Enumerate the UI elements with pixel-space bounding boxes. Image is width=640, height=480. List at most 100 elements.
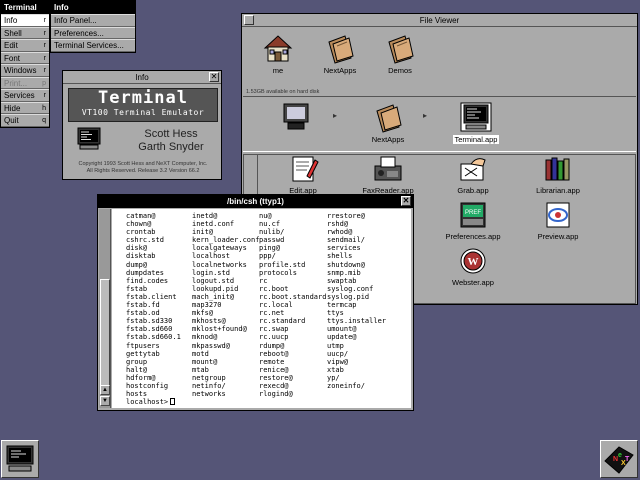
terminal-line: networks: [192, 390, 226, 399]
menu-item-font[interactable]: Font r: [1, 51, 49, 64]
terminal-titlebar[interactable]: /bin/csh (ttyp1) ✕: [98, 195, 413, 208]
path-separator-icon: ▸: [333, 111, 338, 120]
scroll-knob[interactable]: [100, 279, 110, 389]
menu-item-shell[interactable]: Shell r: [1, 26, 49, 39]
terminal-line: nulib/: [259, 228, 285, 237]
close-icon[interactable]: ✕: [209, 72, 219, 82]
svg-text:PREF: PREF: [465, 210, 481, 216]
terminal-line: mkfs@: [192, 309, 214, 318]
terminal-line: rc.uucp: [259, 333, 289, 342]
terminal-line: uucp/: [327, 349, 349, 358]
terminal-line: rrestore@: [327, 212, 365, 220]
terminal-title: /bin/csh (ttyp1): [227, 197, 284, 206]
terminal-line: gettytab: [126, 349, 160, 358]
shortcut-key: p: [42, 79, 46, 87]
terminal-line: netgroup: [192, 373, 226, 382]
info-submenu-title[interactable]: Info: [51, 1, 135, 14]
submenu-arrow-icon: r: [43, 92, 46, 99]
path-item-nextapps[interactable]: NextApps: [353, 101, 423, 144]
main-menu-title[interactable]: Terminal: [1, 1, 49, 14]
terminal-line: swaptab: [327, 276, 357, 285]
terminal-line: profile.std: [259, 260, 306, 269]
terminal-icon: [460, 102, 492, 132]
app-librarian[interactable]: Librarian.app: [523, 154, 593, 195]
terminal-line: fstab.sd330: [126, 317, 173, 326]
shelf-item-me[interactable]: me: [243, 32, 313, 75]
terminal-line: rc.boot.standard: [259, 292, 327, 301]
menu-item-preferences[interactable]: Preferences...: [51, 26, 135, 39]
svg-text:W: W: [468, 256, 479, 268]
terminal-line: dump@: [126, 260, 148, 269]
terminal-line: disk@: [126, 244, 148, 253]
computer-icon: [283, 103, 309, 130]
terminal-line: ttys: [327, 309, 344, 318]
terminal-line: ppp/: [259, 252, 276, 261]
scroll-down-icon[interactable]: ▼: [100, 396, 110, 406]
terminal-line: rc.standard: [259, 317, 306, 326]
app-webster[interactable]: W Webster.app: [438, 246, 508, 287]
terminal-line: rdump@: [259, 341, 285, 350]
terminal-line: hdform@: [126, 373, 156, 382]
miniaturize-icon[interactable]: [244, 15, 254, 25]
terminal-output[interactable]: catman@ chown@ crontab cshrc.std disk@ diskta…: [112, 209, 411, 408]
close-icon[interactable]: ✕: [401, 196, 411, 206]
terminal-line: inetd@: [192, 212, 218, 220]
terminal-line: renice@: [259, 365, 289, 374]
terminal-line: find.codes: [126, 276, 169, 285]
path-root-computer[interactable]: [261, 101, 331, 135]
app-faxreader[interactable]: FaxReader.app: [353, 154, 423, 195]
dock-terminal-tile[interactable]: [1, 440, 39, 478]
text-cursor: [170, 398, 176, 405]
folder-icon: [328, 35, 354, 64]
logo-subtitle: VT100 Terminal Emulator: [81, 108, 205, 117]
next-logo-icon: N e X T: [604, 446, 634, 474]
terminal-line: crontab: [126, 228, 156, 237]
info-panel-window: Info ✕ Terminal VT100 Terminal Emulator …: [62, 70, 222, 180]
path-item-terminal-app[interactable]: Terminal.app: [441, 101, 511, 144]
shortcut-key: h: [42, 104, 46, 112]
terminal-line: shells: [327, 252, 353, 261]
terminal-line: termcap: [327, 301, 357, 310]
author-name: Scott Hess: [144, 128, 198, 140]
terminal-line: sendmail/: [327, 236, 365, 245]
terminal-line: fstab.od: [126, 309, 160, 318]
terminal-line: rwhod@: [327, 228, 353, 237]
menu-item-hide[interactable]: Hide h: [1, 101, 49, 114]
terminal-window: /bin/csh (ttyp1) ✕ ▲ ▼ catman@ chown@ cron…: [97, 194, 414, 411]
menu-item-terminal-services[interactable]: Terminal Services...: [51, 39, 135, 52]
preview-icon: [546, 202, 570, 228]
terminal-line: restore@: [259, 373, 293, 382]
file-viewer-title: File Viewer: [419, 16, 460, 25]
preferences-icon: PREF: [460, 202, 486, 228]
terminal-line: nu@: [259, 212, 272, 220]
menu-item-print[interactable]: Print... p: [1, 76, 49, 89]
menu-item-services[interactable]: Services r: [1, 89, 49, 102]
terminal-line: hosts: [126, 390, 148, 399]
menu-item-quit[interactable]: Quit q: [1, 114, 49, 127]
app-grab[interactable]: Grab.app: [438, 154, 508, 195]
terminal-line: syslog.conf: [327, 284, 374, 293]
info-panel-titlebar[interactable]: Info ✕: [63, 71, 221, 84]
menu-item-info[interactable]: Info r: [1, 14, 49, 27]
terminal-line: mklost+found@: [192, 325, 247, 334]
terminal-scrollbar[interactable]: ▲ ▼: [99, 209, 111, 408]
menu-item-edit[interactable]: Edit r: [1, 39, 49, 52]
terminal-column: catman@ chown@ crontab cshrc.std disk@ diskta…: [126, 212, 181, 398]
terminal-line: halt@: [126, 365, 148, 374]
terminal-line: catman@: [126, 212, 156, 220]
app-edit[interactable]: Edit.app: [268, 154, 338, 195]
terminal-line: snmp.mib: [327, 268, 361, 277]
dock-next-logo-tile[interactable]: N e X T: [600, 440, 638, 478]
app-preview[interactable]: Preview.app: [523, 200, 593, 241]
logo-title: Terminal: [98, 88, 188, 108]
folder-icon: [376, 104, 402, 133]
menu-item-info-panel[interactable]: Info Panel...: [51, 14, 135, 27]
shelf-item-demos[interactable]: Demos: [365, 32, 435, 75]
home-icon: [263, 35, 293, 62]
file-viewer-titlebar[interactable]: File Viewer: [242, 14, 637, 27]
terminal-line: rexecd@: [259, 381, 289, 390]
app-preferences[interactable]: PREF Preferences.app: [438, 200, 508, 241]
scroll-up-icon[interactable]: ▲: [100, 385, 110, 395]
menu-item-windows[interactable]: Windows r: [1, 64, 49, 77]
disk-space-note: 1.53GB available on hard disk: [246, 89, 320, 95]
